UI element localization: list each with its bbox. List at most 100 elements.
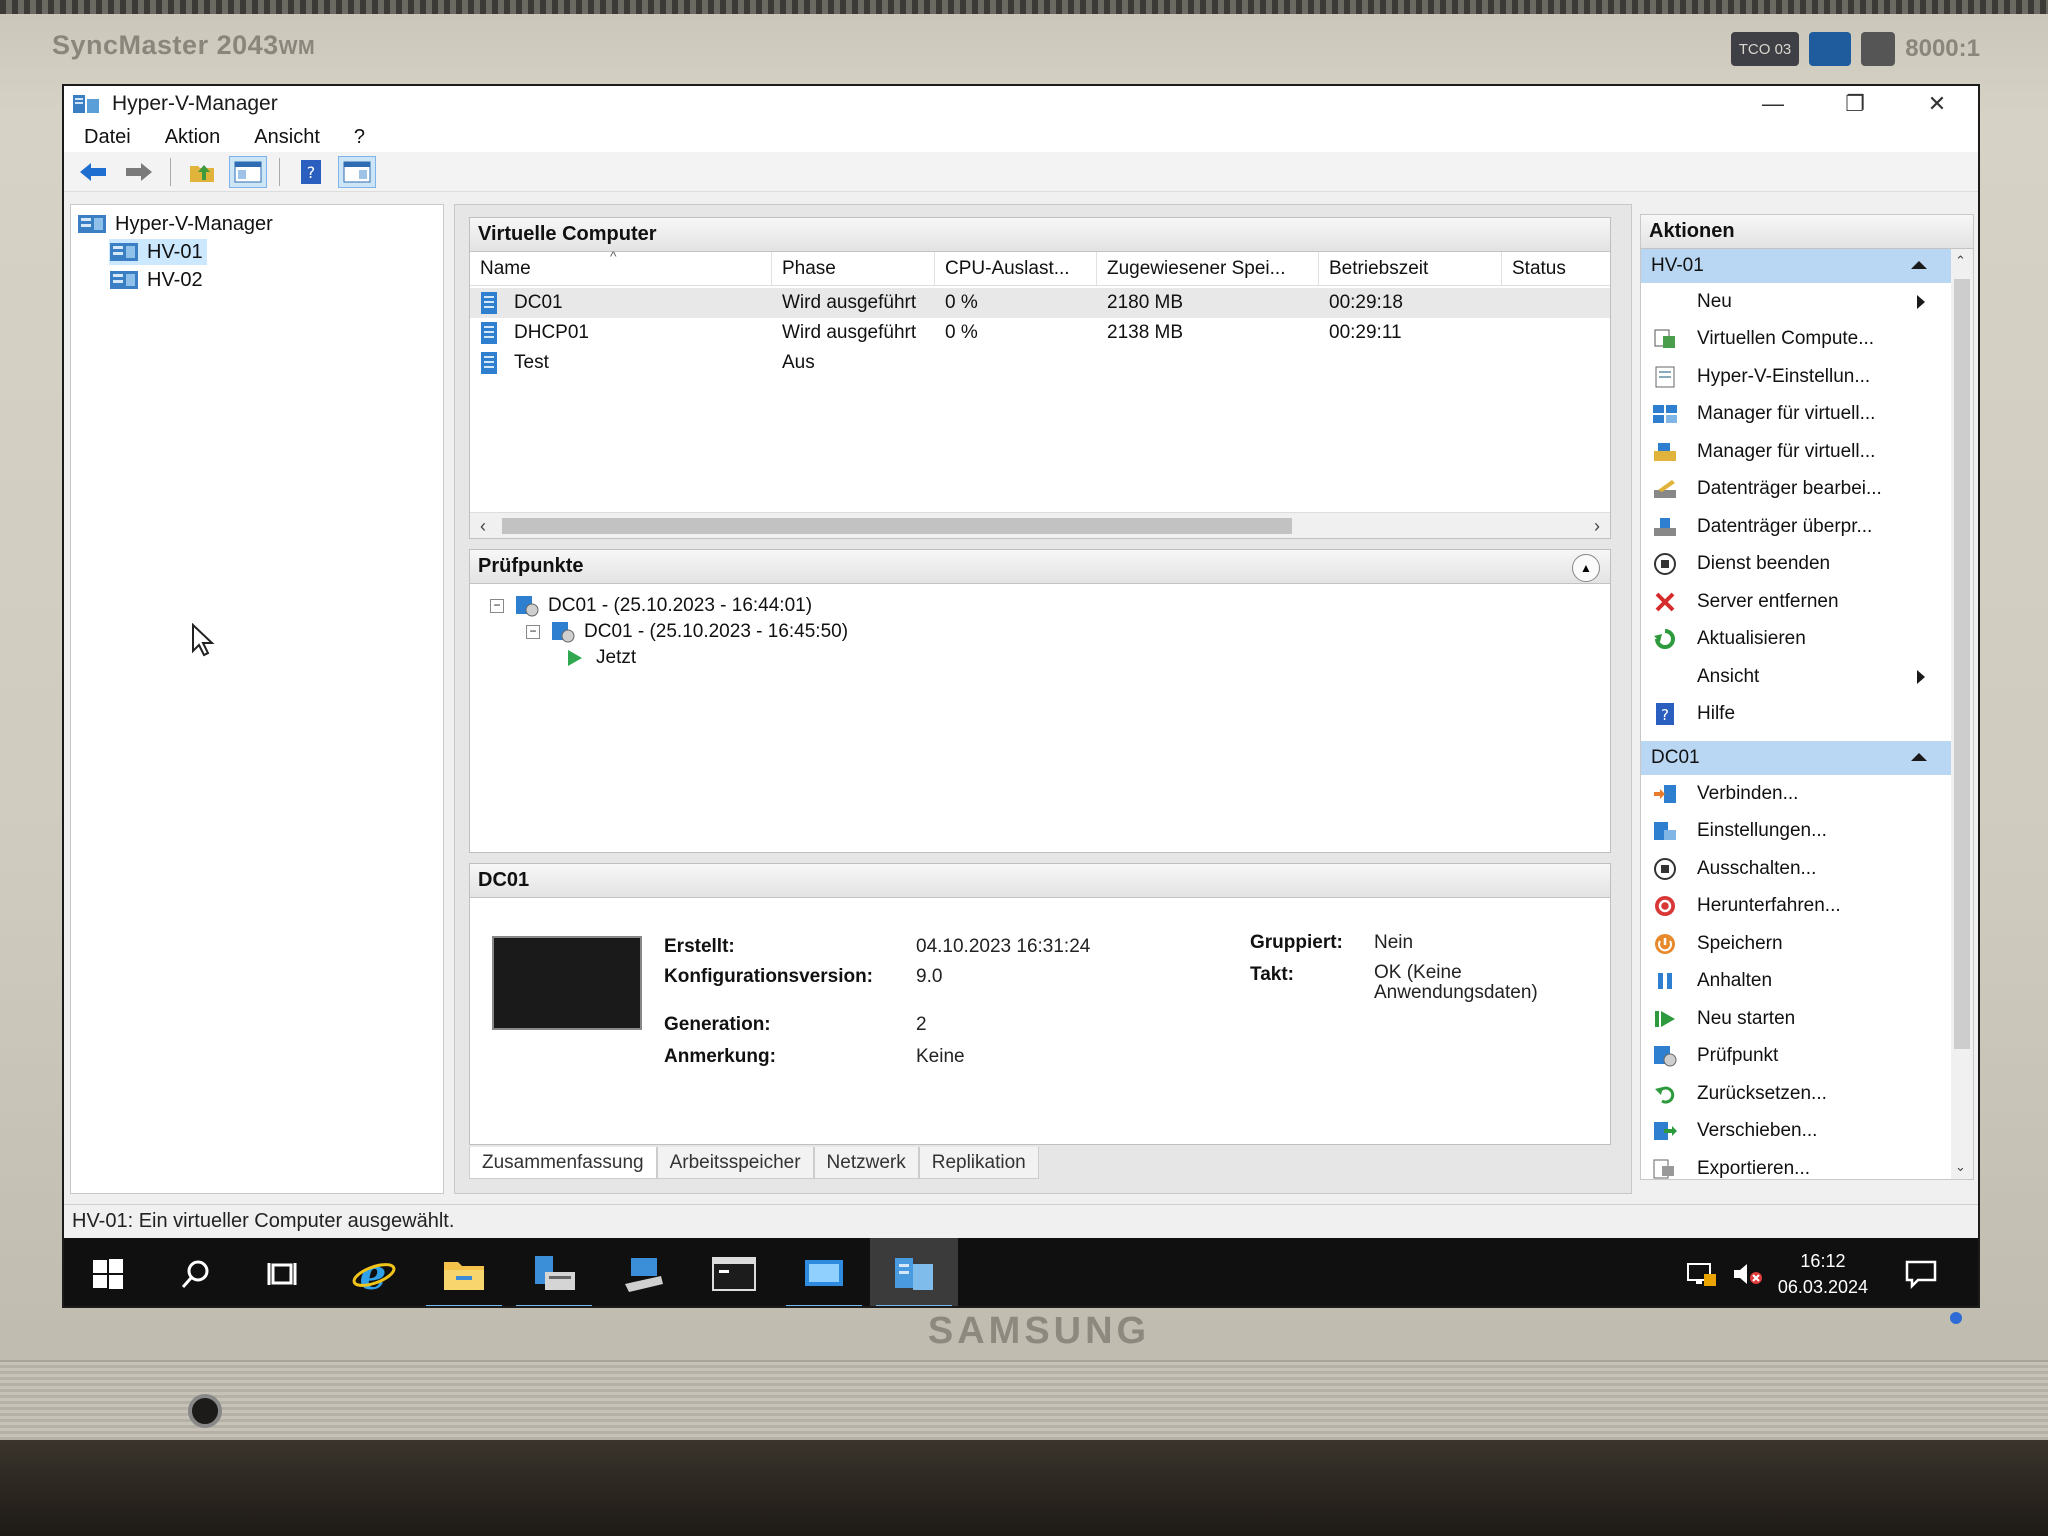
vm-row[interactable]: Test Aus (470, 348, 1610, 378)
generation-value: 2 (916, 1014, 927, 1035)
tree-server-hv-02[interactable]: HV-02 (109, 267, 203, 293)
forward-button[interactable] (120, 156, 158, 188)
menu-bar: Datei Aktion Ansicht ? (64, 122, 1978, 152)
taskbar-hyperv-manager[interactable] (870, 1238, 958, 1306)
col-uptime[interactable]: Betriebszeit (1319, 252, 1502, 285)
action-item[interactable]: Hyper-V-Einstellun... (1641, 358, 1951, 396)
action-item[interactable]: Speichern (1641, 925, 1951, 963)
collapse-panel-button[interactable]: ▲ (1572, 554, 1600, 582)
tree-collapse-icon[interactable]: − (526, 625, 540, 639)
scroll-right-icon[interactable]: › (1594, 513, 1600, 539)
collapse-up-icon[interactable] (1911, 753, 1927, 761)
action-item[interactable]: Neu starten (1641, 1000, 1951, 1038)
checkpoint-now-item[interactable]: Jetzt (564, 646, 636, 670)
action-item[interactable]: Anhalten (1641, 963, 1951, 1001)
window-titlebar[interactable]: Hyper-V-Manager — ❐ ✕ (64, 86, 1978, 122)
tab-replication[interactable]: Replikation (918, 1147, 1039, 1179)
action-group-vm[interactable]: DC01 (1641, 741, 1951, 775)
taskbar-server-manager[interactable] (510, 1238, 598, 1306)
actions-vscrollbar[interactable]: ⌃ ⌄ (1951, 249, 1973, 1179)
pause-icon (1651, 969, 1679, 993)
vm-icon (481, 292, 497, 314)
action-item[interactable]: Manager für virtuell... (1641, 396, 1951, 434)
col-memory[interactable]: Zugewiesener Spei... (1097, 252, 1319, 285)
scroll-down-icon[interactable]: ⌄ (1955, 1159, 1966, 1175)
task-view-button[interactable] (240, 1238, 328, 1306)
action-item[interactable]: Verschieben... (1641, 1113, 1951, 1151)
tab-network[interactable]: Netzwerk (813, 1147, 919, 1179)
taskbar-internet-explorer[interactable]: e (330, 1238, 418, 1306)
taskbar-console[interactable] (690, 1238, 778, 1306)
minimize-button[interactable]: — (1732, 86, 1814, 122)
action-item[interactable]: Verbinden... (1641, 775, 1951, 813)
collapse-up-icon[interactable] (1911, 261, 1927, 269)
back-button[interactable] (74, 156, 112, 188)
hscroll-thumb[interactable] (502, 518, 1292, 534)
scroll-left-icon[interactable]: ‹ (480, 513, 486, 539)
action-item[interactable]: Manager für virtuell... (1641, 433, 1951, 471)
action-item[interactable]: Zurücksetzen... (1641, 1075, 1951, 1113)
vm-list-hscrollbar[interactable]: ‹ › (470, 512, 1610, 538)
taskbar-file-explorer[interactable] (420, 1238, 508, 1306)
search-button[interactable] (152, 1238, 240, 1306)
action-item[interactable]: Herunterfahren... (1641, 888, 1951, 926)
action-item[interactable]: Datenträger überpr... (1641, 508, 1951, 546)
notification-center-icon[interactable] (1904, 1259, 1938, 1289)
action-item[interactable]: ? Hilfe (1641, 696, 1951, 734)
tree-collapse-icon[interactable]: − (490, 599, 504, 613)
taskbar-clock[interactable]: 16:12 06.03.2024 (1778, 1248, 1868, 1300)
action-item[interactable]: Server entfernen (1641, 583, 1951, 621)
monitor-bezel: SyncMaster 2043WM TCO 03 8000:1 Hyper-V-… (0, 0, 2048, 1440)
action-item[interactable]: Neu (1641, 283, 1951, 321)
network-icon[interactable] (1686, 1260, 1718, 1288)
tab-summary[interactable]: Zusammenfassung (469, 1147, 657, 1179)
action-item[interactable]: Ansicht (1641, 658, 1951, 696)
show-hide-console-button[interactable] (229, 155, 267, 188)
action-item[interactable]: Ausschalten... (1641, 850, 1951, 888)
menu-datei[interactable]: Datei (84, 126, 131, 149)
action-item[interactable]: Prüfpunkt (1641, 1038, 1951, 1076)
vm-row[interactable]: DHCP01 Wird ausgeführt 0 % 2138 MB 00:29… (470, 318, 1610, 348)
start-button[interactable] (64, 1238, 152, 1306)
checkpoint-item[interactable]: − DC01 - (25.10.2023 - 16:45:50) (526, 620, 848, 644)
turn-off-icon (1651, 857, 1679, 881)
volume-muted-icon[interactable] (1732, 1260, 1764, 1288)
vm-row[interactable]: DC01 Wird ausgeführt 0 % 2180 MB 00:29:1… (470, 288, 1610, 318)
col-phase[interactable]: Phase (772, 252, 935, 285)
action-group-server[interactable]: HV-01 (1641, 249, 1951, 283)
submenu-arrow-icon (1917, 295, 1925, 309)
menu-ansicht[interactable]: Ansicht (254, 126, 320, 149)
tree-server-hv-01[interactable]: HV-01 (109, 239, 207, 265)
action-item[interactable]: Einstellungen... (1641, 813, 1951, 851)
internet-explorer-icon: e (352, 1253, 396, 1295)
action-item[interactable]: Datenträger bearbei... (1641, 471, 1951, 509)
up-folder-button[interactable] (183, 156, 221, 188)
action-item[interactable]: Virtuellen Compute... (1641, 321, 1951, 359)
samsung-logo: SAMSUNG (927, 1310, 1151, 1352)
close-button[interactable]: ✕ (1896, 86, 1978, 122)
mouse-cursor-icon (192, 623, 215, 657)
scroll-up-icon[interactable]: ⌃ (1955, 253, 1966, 269)
tree-root-hyperv-manager[interactable]: Hyper-V-Manager (77, 211, 273, 237)
show-action-pane-button[interactable] (338, 155, 376, 188)
action-item[interactable]: Dienst beenden (1641, 546, 1951, 584)
col-status[interactable]: Status (1502, 252, 1610, 285)
tab-memory[interactable]: Arbeitsspeicher (656, 1147, 814, 1179)
restore-button[interactable]: ❐ (1814, 86, 1896, 122)
submenu-arrow-icon (1917, 670, 1925, 684)
taskbar-network-tool[interactable] (600, 1238, 688, 1306)
checkpoint-item[interactable]: − DC01 - (25.10.2023 - 16:44:01) (490, 594, 812, 618)
menu-aktion[interactable]: Aktion (165, 126, 221, 149)
action-item[interactable]: Aktualisieren (1641, 621, 1951, 659)
vm-thumbnail[interactable] (492, 936, 642, 1030)
menu-help[interactable]: ? (354, 126, 365, 149)
vscroll-thumb[interactable] (1954, 279, 1970, 1049)
taskbar-remote-desktop[interactable] (780, 1238, 868, 1306)
action-item[interactable]: Exportieren... (1641, 1150, 1951, 1179)
col-cpu[interactable]: CPU-Auslast... (935, 252, 1097, 285)
server-manager-icon (535, 1256, 575, 1290)
col-name[interactable]: Name ^ (470, 248, 772, 285)
console-tree-icon (234, 161, 262, 182)
help-button[interactable]: ? (292, 156, 330, 188)
settings-page-icon (1651, 365, 1679, 389)
